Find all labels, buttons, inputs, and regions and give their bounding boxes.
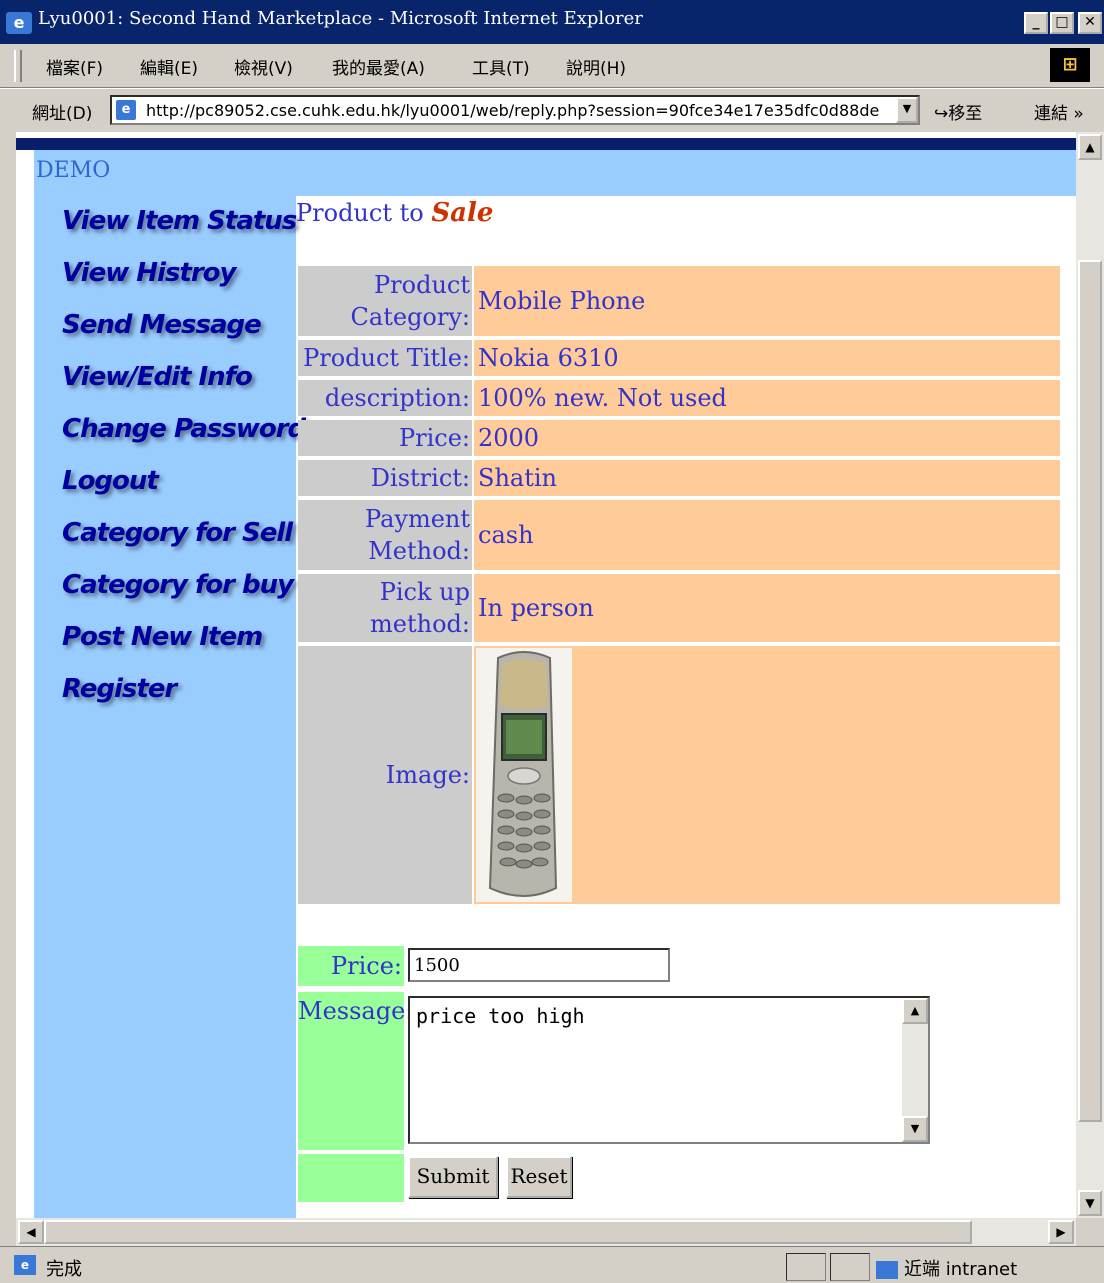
vertical-scroll-thumb[interactable] (1078, 260, 1102, 1122)
zone-label: 近端 intranet (904, 1259, 1018, 1280)
address-label: 網址(D) (32, 104, 93, 124)
menu-view[interactable]: 檢視(V) (234, 54, 293, 79)
reply-price-input[interactable] (408, 948, 670, 982)
payment-value: cash (474, 500, 1060, 570)
title-label: Product Title: (298, 340, 472, 376)
nav-category-sell[interactable]: Category for Sell (62, 518, 293, 548)
price-value: 2000 (474, 420, 1060, 456)
description-label: description: (298, 380, 472, 416)
textarea-scrollbar[interactable]: ▲ ▼ (902, 998, 928, 1142)
scroll-left-icon[interactable]: ◀ (18, 1220, 44, 1244)
description-value: 100% new. Not used (474, 380, 1060, 416)
page-done-icon: e (14, 1255, 36, 1275)
window-title-bar[interactable]: e Lyu0001: Second Hand Marketplace - Mic… (0, 0, 1104, 44)
scroll-right-icon[interactable]: ▶ (1048, 1220, 1074, 1244)
pickup-label: Pick up method: (298, 574, 472, 642)
page-viewport: DEMO View Item Status View Histroy Send … (16, 132, 1076, 1218)
status-pane (786, 1253, 826, 1281)
close-icon[interactable]: ✕ (1078, 12, 1102, 34)
status-pane (830, 1253, 870, 1281)
product-image (476, 648, 572, 902)
links-button[interactable]: 連結 » (1034, 99, 1084, 124)
category-label: Product Category: (298, 266, 472, 336)
textarea-scroll-up-icon[interactable]: ▲ (902, 998, 928, 1024)
heading-sale: Sale (431, 198, 494, 228)
category-value: Mobile Phone (474, 266, 1060, 336)
nav-post-new-item[interactable]: Post New Item (62, 622, 263, 652)
district-label: District: (298, 460, 472, 496)
nav-logout[interactable]: Logout (62, 466, 159, 496)
intranet-icon (876, 1261, 898, 1279)
minimize-icon[interactable]: _ (1024, 12, 1048, 34)
demo-label: DEMO (36, 158, 111, 183)
reply-button-row-label (298, 1154, 404, 1202)
go-button[interactable]: ↪移至 (934, 99, 982, 124)
nav-view-item-status[interactable]: View Item Status (62, 206, 297, 236)
links-chevron-icon: » (1073, 104, 1084, 124)
address-bar: 網址(D) e http://pc89052.cse.cuhk.edu.hk/l… (0, 88, 1104, 132)
scroll-up-icon[interactable]: ▲ (1078, 134, 1102, 160)
nav-send-message[interactable]: Send Message (62, 310, 262, 340)
reply-price-label: Price: (298, 946, 404, 986)
horizontal-scroll-thumb[interactable] (44, 1220, 972, 1244)
reset-button[interactable]: Reset (506, 1156, 572, 1198)
district-value: Shatin (474, 460, 1060, 496)
nav-category-buy[interactable]: Category for buy (62, 570, 294, 600)
page-icon: e (116, 100, 136, 120)
reply-message-text: price too high (416, 1004, 585, 1028)
sidebar: View Item Status View Histroy Send Messa… (34, 196, 306, 1218)
menu-tools[interactable]: 工具(T) (472, 54, 530, 79)
toolbar-grip (14, 50, 22, 82)
windows-logo-icon: ⊞ (1050, 48, 1090, 82)
reply-message-label: Message: (298, 992, 413, 1150)
reply-message-textarea[interactable]: price too high ▲ ▼ (408, 996, 930, 1144)
security-zone: 近端 intranet (876, 1255, 1017, 1281)
ie-icon: e (6, 12, 32, 34)
address-input[interactable]: e http://pc89052.cse.cuhk.edu.hk/lyu0001… (110, 95, 920, 125)
nokia-phone-icon (488, 651, 558, 897)
price-label: Price: (298, 420, 472, 456)
status-bar: e 完成 近端 intranet (0, 1246, 1104, 1283)
pickup-value: In person (474, 574, 1060, 642)
textarea-scroll-down-icon[interactable]: ▼ (902, 1116, 928, 1142)
nav-view-edit-info[interactable]: View/Edit Info (62, 362, 253, 392)
nav-change-password[interactable]: Change Password (62, 414, 306, 444)
page-heading: Product to Sale (296, 198, 493, 228)
heading-prefix: Product to (296, 199, 432, 227)
maximize-icon[interactable]: □ (1050, 12, 1074, 34)
submit-button[interactable]: Submit (408, 1156, 498, 1198)
links-label: 連結 (1034, 104, 1068, 124)
image-label: Image: (298, 646, 472, 904)
vertical-scrollbar[interactable]: ▲ ▼ (1076, 132, 1104, 1218)
page-top-rule (16, 138, 1076, 150)
nav-register[interactable]: Register (62, 674, 177, 704)
menu-file[interactable]: 檔案(F) (46, 54, 103, 79)
scroll-down-icon[interactable]: ▼ (1078, 1190, 1102, 1216)
horizontal-scrollbar[interactable]: ◀ ▶ (16, 1218, 1076, 1246)
go-label: 移至 (948, 104, 983, 124)
payment-label: Payment Method: (298, 500, 472, 570)
address-dropdown-icon[interactable]: ▼ (896, 97, 918, 123)
page-header-bar (34, 150, 1076, 196)
menu-favorites[interactable]: 我的最愛(A) (332, 54, 425, 79)
menu-edit[interactable]: 編輯(E) (140, 54, 198, 79)
nav-view-history[interactable]: View Histroy (62, 258, 236, 288)
window-title: Lyu0001: Second Hand Marketplace - Micro… (38, 8, 643, 29)
menu-help[interactable]: 說明(H) (566, 54, 626, 79)
menu-bar: 檔案(F) 編輯(E) 檢視(V) 我的最愛(A) 工具(T) 說明(H) ⊞ (0, 44, 1104, 88)
title-value: Nokia 6310 (474, 340, 1060, 376)
go-arrow-icon: ↪ (934, 104, 949, 124)
address-url[interactable]: http://pc89052.cse.cuhk.edu.hk/lyu0001/w… (146, 101, 886, 120)
status-text: 完成 (46, 1259, 82, 1280)
